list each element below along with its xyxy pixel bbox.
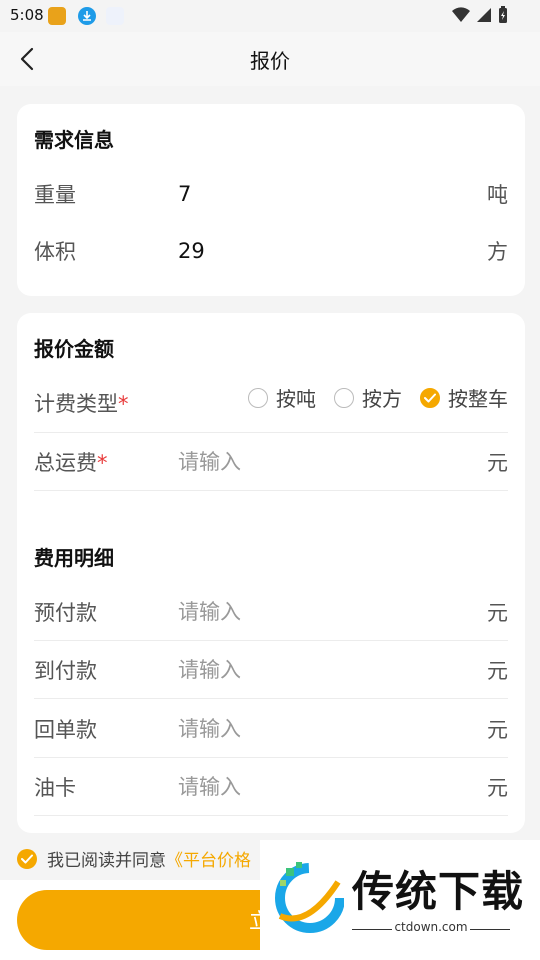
option-per-cubic-label: 按方 [362, 387, 402, 411]
demand-info-title: 需求信息 [34, 128, 114, 152]
agreement-text: 我已阅读并同意 [47, 851, 166, 871]
cod-label: 到付款 [34, 658, 97, 683]
billing-type-options: 按吨 按方 按整车 [248, 383, 508, 412]
watermark-line-right [470, 929, 510, 930]
status-bar: 5:08 [0, 0, 540, 32]
battery-icon [499, 6, 507, 23]
page-title: 报价 [250, 49, 290, 73]
option-per-ton-label: 按吨 [276, 387, 316, 411]
fuel-card-input[interactable] [178, 774, 438, 799]
agreement-checkbox[interactable] [17, 848, 37, 869]
option-whole-truck[interactable]: 按整车 [420, 383, 508, 412]
watermark-text: 传统下载 [352, 867, 525, 916]
total-fee-label: 总运费* [34, 450, 108, 475]
billing-type-label: 计费类型* [34, 392, 129, 416]
nav-bar: 报价 [0, 32, 540, 86]
signal-icon [477, 8, 491, 22]
radio-unchecked-icon [334, 387, 354, 408]
weight-row: 重量 7 吨 [34, 165, 508, 223]
weight-value: 7 [178, 182, 192, 206]
prepaid-input[interactable] [178, 599, 438, 624]
required-mark: * [97, 450, 108, 475]
fuel-card-label: 油卡 [34, 775, 76, 800]
volume-value: 29 [178, 239, 205, 263]
watermark: 传统下载 ctdown.com [260, 840, 540, 952]
volume-label: 体积 [34, 240, 76, 264]
cod-unit: 元 [487, 658, 508, 683]
agreement-link[interactable]: 《平台价格 [166, 846, 251, 871]
watermark-logo-icon [275, 862, 344, 933]
weight-label: 重量 [34, 183, 76, 207]
required-mark: * [118, 392, 129, 416]
prepaid-label: 预付款 [34, 600, 97, 625]
radio-checked-icon [420, 387, 440, 408]
demand-info-card: 需求信息 重量 7 吨 体积 29 方 [17, 104, 525, 296]
quote-title: 报价金额 [34, 337, 114, 361]
radio-unchecked-icon [248, 387, 268, 408]
check-icon [21, 854, 33, 863]
fuel-card-unit: 元 [487, 775, 508, 800]
fuel-card-row: 油卡 元 [34, 758, 508, 816]
app-notification-icon-2 [106, 7, 124, 25]
download-notification-icon [78, 7, 96, 25]
agreement-row: 我已阅读并同意 《平台价格 [17, 846, 251, 871]
wifi-icon [452, 7, 470, 23]
quote-card: 报价金额 计费类型* 按吨 按方 按整车 总运费* 元 费用明细 预付 [17, 313, 525, 833]
weight-unit: 吨 [487, 183, 508, 207]
option-per-ton[interactable]: 按吨 [248, 383, 316, 412]
app-notification-icon [48, 7, 66, 25]
cod-row: 到付款 元 [34, 641, 508, 699]
receipt-label: 回单款 [34, 717, 97, 742]
fee-details-title: 费用明细 [34, 546, 114, 570]
total-fee-input[interactable] [178, 449, 438, 474]
watermark-sub: ctdown.com [394, 920, 468, 934]
total-fee-row: 总运费* 元 [34, 433, 508, 491]
receipt-row: 回单款 元 [34, 700, 508, 758]
cod-input[interactable] [178, 657, 438, 682]
volume-row: 体积 29 方 [34, 222, 508, 280]
billing-type-row: 计费类型* 按吨 按方 按整车 [34, 375, 508, 433]
option-per-cubic[interactable]: 按方 [334, 383, 402, 412]
prepaid-unit: 元 [487, 600, 508, 625]
total-fee-unit: 元 [487, 450, 508, 475]
prepaid-row: 预付款 元 [34, 583, 508, 641]
status-indicators [452, 6, 508, 24]
receipt-input[interactable] [178, 716, 438, 741]
status-time: 5:08 [10, 6, 44, 24]
receipt-unit: 元 [487, 717, 508, 742]
volume-unit: 方 [487, 240, 508, 264]
option-whole-truck-label: 按整车 [448, 387, 508, 411]
